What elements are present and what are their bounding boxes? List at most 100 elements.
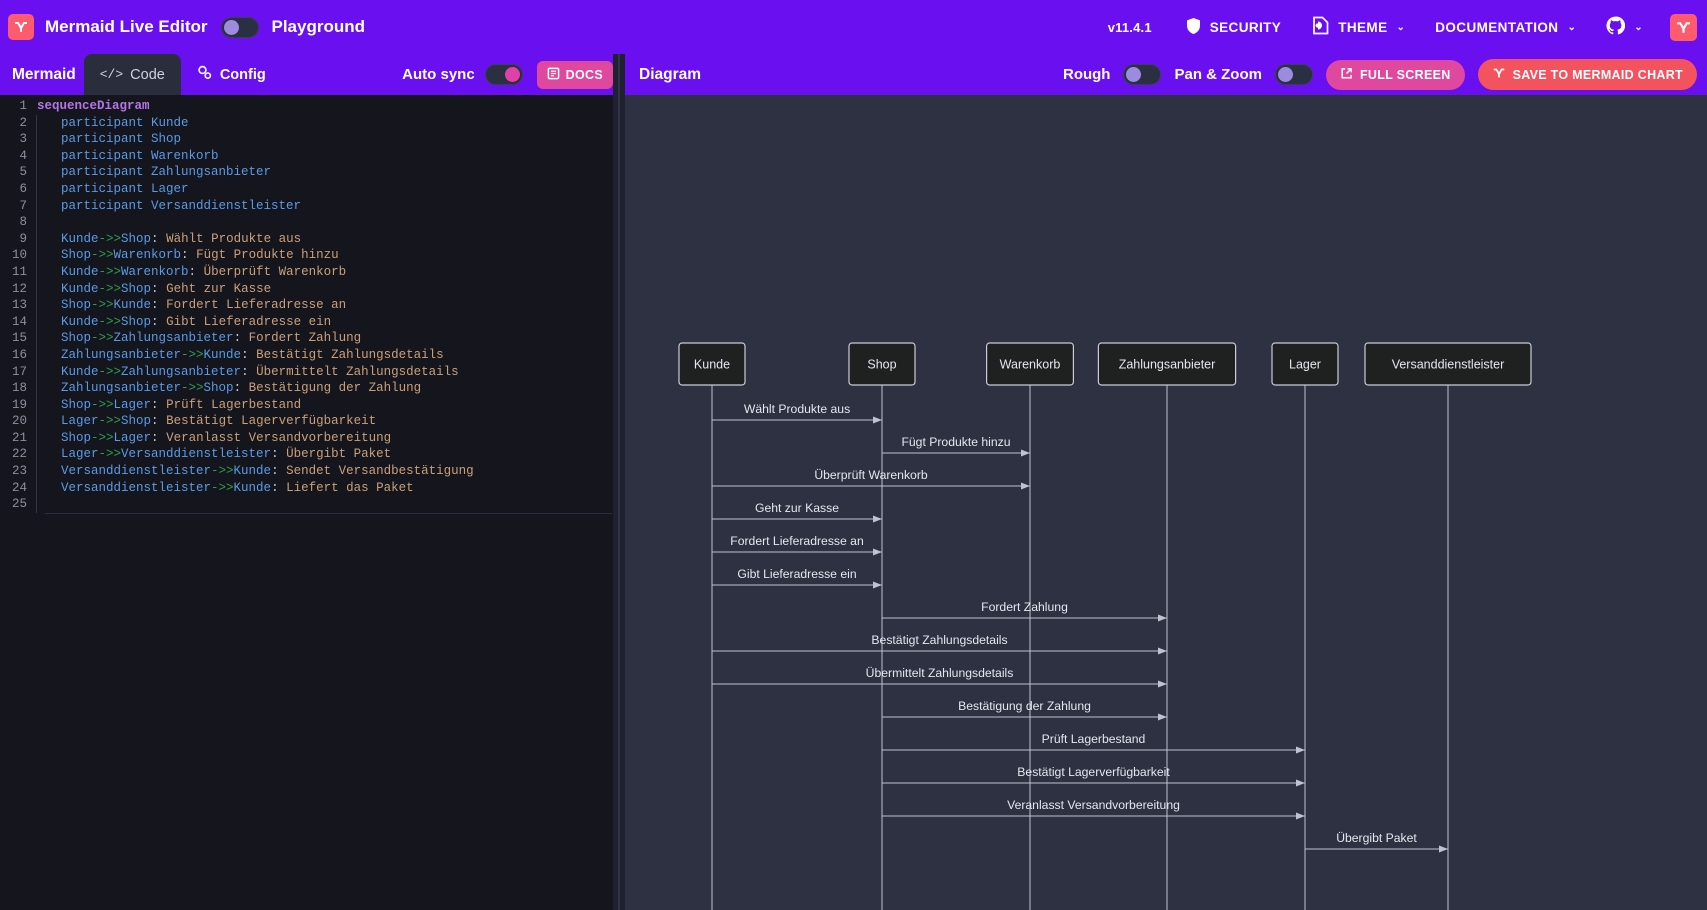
sequence-message: Übergibt Paket <box>1305 831 1448 853</box>
message-label: Bestätigung der Zahlung <box>958 699 1091 713</box>
participant-label: Lager <box>1289 358 1321 372</box>
external-link-icon <box>1340 67 1353 83</box>
participant-box[interactable]: Warenkorb <box>986 342 1075 386</box>
code-line: 17 Kunde->>Zahlungsanbieter: Übermittelt … <box>0 363 613 381</box>
line-number: 22 <box>11 447 27 462</box>
participant-box[interactable]: Shop <box>848 342 916 386</box>
code-line-text: Zahlungsanbieter->>Shop: Bestätigung der… <box>61 381 422 396</box>
participant-box[interactable]: Lager <box>1271 342 1339 386</box>
sequence-message: Fordert Lieferadresse an <box>712 534 882 556</box>
line-number: 4 <box>19 148 27 163</box>
code-line: 14 Kunde->>Shop: Gibt Lieferadresse ein <box>0 313 613 331</box>
line-number: 20 <box>11 414 27 429</box>
book-icon <box>547 67 560 83</box>
auto-sync-toggle[interactable] <box>484 64 523 85</box>
code-line-text: participant Shop <box>61 132 182 147</box>
chevron-down-icon: ⌄ <box>1634 21 1643 33</box>
code-lines-container: 1 sequenceDiagram 2 participant Kunde 3 parti… <box>0 95 613 513</box>
line-number: 19 <box>11 397 27 412</box>
message-label: Übergibt Paket <box>1336 831 1417 845</box>
editor-pane: Mermaid </> Code Config Auto sync DOCS 1… <box>0 54 613 910</box>
code-line: 21 Shop->>Lager: Veranlasst Versandvorber… <box>0 429 613 447</box>
diagram-toolbar-right: Rough Pan & Zoom FULL SCREEN SAVE TO MER… <box>1063 59 1697 90</box>
sequence-diagram-canvas[interactable]: Kunde Shop Warenkorb Zahlungsanbieter Lager V… <box>625 95 1707 910</box>
mermaid-chart-logo-button[interactable] <box>1670 13 1697 41</box>
code-line-text: participant Warenkorb <box>61 148 219 163</box>
line-number: 18 <box>11 381 27 396</box>
code-line-text <box>37 214 613 231</box>
code-line-text: participant Kunde <box>61 115 189 130</box>
playground-toggle[interactable] <box>221 16 260 38</box>
sequence-diagram-svg: Kunde Shop Warenkorb Zahlungsanbieter Lager V… <box>678 342 1532 910</box>
code-line-text: Zahlungsanbieter->>Kunde: Bestätigt Zahl… <box>61 347 444 362</box>
rough-toggle[interactable] <box>1123 64 1162 85</box>
code-editor[interactable]: 1 sequenceDiagram 2 participant Kunde 3 parti… <box>0 95 613 910</box>
nav-github-button[interactable]: ⌄ <box>1591 10 1658 44</box>
code-line-text: Shop->>Warenkorb: Fügt Produkte hinzu <box>61 248 339 263</box>
participant-box[interactable]: Versanddienstleister <box>1364 342 1532 386</box>
nav-documentation-button[interactable]: DOCUMENTATION ⌄ <box>1420 14 1591 41</box>
pane-divider[interactable] <box>613 54 625 910</box>
gears-icon <box>197 65 213 85</box>
diagram-toolbar: Diagram Rough Pan & Zoom FULL SCREEN SAV… <box>625 54 1707 95</box>
code-line: 13 Shop->>Kunde: Fordert Lieferadresse an <box>0 297 613 314</box>
code-line: 23 Versanddienstleister->>Kunde: Sendet V… <box>0 463 613 480</box>
line-number: 10 <box>11 248 27 263</box>
code-line: 1 sequenceDiagram <box>0 98 613 115</box>
main-split-area: Mermaid </> Code Config Auto sync DOCS 1… <box>0 54 1707 910</box>
tab-code[interactable]: </> Code <box>83 54 181 95</box>
code-line-text: Kunde->>Shop: Gibt Lieferadresse ein <box>61 314 332 329</box>
code-line: 25 <box>0 496 613 513</box>
pan-zoom-toggle[interactable] <box>1274 64 1313 85</box>
message-label: Gibt Lieferadresse ein <box>737 567 856 581</box>
top-navigation-bar: Mermaid Live Editor Playground v11.4.1 S… <box>0 0 1707 54</box>
nav-theme-button[interactable]: THEME ⌄ <box>1296 10 1420 44</box>
code-line-text: sequenceDiagram <box>37 99 150 113</box>
line-number: 21 <box>11 430 27 445</box>
participant-label: Shop <box>867 358 896 372</box>
nav-security-button[interactable]: SECURITY <box>1170 11 1296 44</box>
code-line: 4 participant Warenkorb <box>0 147 613 165</box>
save-to-mermaid-chart-button[interactable]: SAVE TO MERMAID CHART <box>1477 59 1697 90</box>
line-number: 9 <box>19 231 27 246</box>
editor-toolbar-right: Auto sync DOCS <box>402 60 613 89</box>
line-number: 1 <box>19 99 27 113</box>
code-line: 11 Kunde->>Warenkorb: Überprüft Warenkorb <box>0 263 613 281</box>
full-screen-label: FULL SCREEN <box>1359 67 1451 82</box>
code-line: 9 Kunde->>Shop: Wählt Produkte aus <box>0 230 613 248</box>
sequence-message: Veranlasst Versandvorbereitung <box>882 798 1305 820</box>
docs-button[interactable]: DOCS <box>536 60 613 89</box>
mermaid-icon <box>1492 66 1506 83</box>
code-line-text: Shop->>Lager: Veranlasst Versandvorberei… <box>61 430 392 445</box>
code-line-text: Versanddienstleister->>Kunde: Liefert da… <box>61 480 414 495</box>
tab-code-label: Code <box>130 66 165 83</box>
brand-title: Mermaid Live Editor <box>45 17 208 36</box>
code-line: 18 Zahlungsanbieter->>Shop: Bestätigung d… <box>0 380 613 397</box>
sequence-message: Prüft Lagerbestand <box>882 732 1305 754</box>
code-line: 24 Versanddienstleister->>Kunde: Liefert … <box>0 479 613 497</box>
code-icon: </> <box>99 67 124 82</box>
line-number: 13 <box>11 298 27 313</box>
code-line: 19 Shop->>Lager: Prüft Lagerbestand <box>0 396 613 414</box>
save-button-label: SAVE TO MERMAID CHART <box>1512 67 1683 82</box>
sequence-message: Fügt Produkte hinzu <box>882 435 1030 457</box>
tab-config[interactable]: Config <box>181 54 282 95</box>
sequence-message: Gibt Lieferadresse ein <box>712 567 882 589</box>
line-number: 17 <box>11 364 27 379</box>
line-number: 14 <box>11 314 27 329</box>
line-number: 23 <box>11 464 27 479</box>
participant-box[interactable]: Kunde <box>678 342 746 386</box>
full-screen-button[interactable]: FULL SCREEN <box>1325 59 1465 90</box>
nav-theme-label: THEME <box>1338 19 1388 35</box>
code-line-text: participant Zahlungsanbieter <box>61 165 272 180</box>
chevron-down-icon: ⌄ <box>1567 21 1577 33</box>
code-line-text: Shop->>Kunde: Fordert Lieferadresse an <box>61 298 347 313</box>
participant-label: Versanddienstleister <box>1392 358 1505 372</box>
mermaid-logo-icon[interactable] <box>8 14 34 40</box>
participant-box[interactable]: Zahlungsanbieter <box>1097 342 1237 386</box>
github-icon <box>1606 16 1626 38</box>
line-number: 12 <box>11 281 27 296</box>
theme-icon <box>1311 16 1330 38</box>
code-line: 15 Shop->>Zahlungsanbieter: Fordert Zahlu… <box>0 330 613 347</box>
code-line: 5 participant Zahlungsanbieter <box>0 164 613 181</box>
